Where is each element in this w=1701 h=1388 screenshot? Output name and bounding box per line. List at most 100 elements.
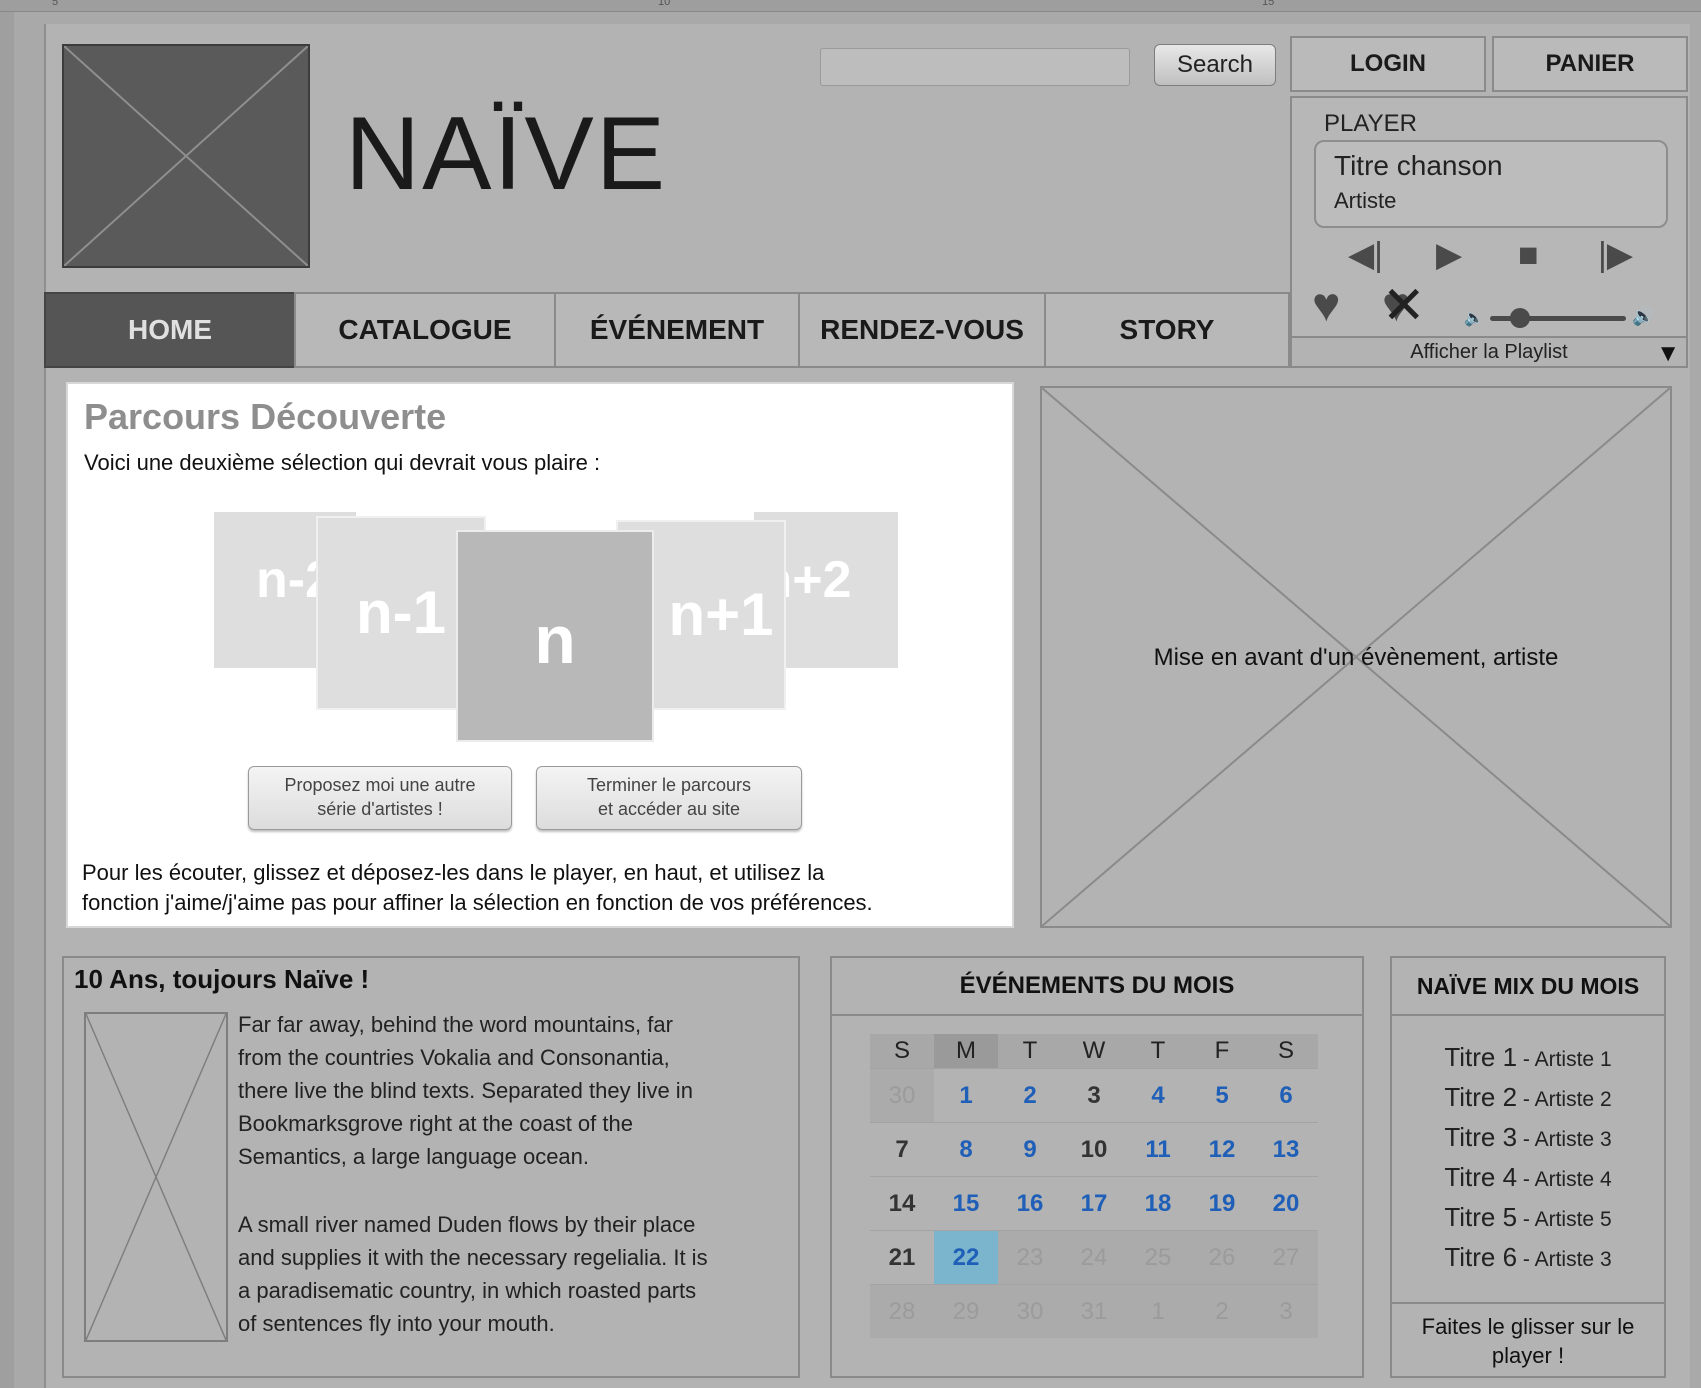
left-gutter [0, 12, 14, 1388]
ruler-mark: 5 [52, 0, 59, 8]
mix-track-item[interactable]: Titre 1 - Artiste 1 [1392, 1044, 1664, 1070]
calendar-weekday-header: T [998, 1034, 1062, 1068]
like-heart-icon[interactable]: ♥ [1312, 282, 1341, 330]
calendar-day[interactable]: 2 [998, 1068, 1062, 1122]
calendar-day[interactable]: 12 [1190, 1122, 1254, 1176]
search-button[interactable]: Search [1154, 44, 1276, 86]
play-icon[interactable]: ▶ [1436, 238, 1462, 272]
next-icon[interactable]: |▶︎ [1598, 238, 1633, 272]
mix-track-artist: Artiste 2 [1534, 1088, 1612, 1111]
mix-track-title: Titre 1 [1444, 1042, 1518, 1072]
calendar-day: 30 [998, 1284, 1062, 1338]
calendar-weekday-header: S [870, 1034, 934, 1068]
mix-track-item[interactable]: Titre 2 - Artiste 2 [1392, 1084, 1664, 1110]
mix-track-artist: Artiste 4 [1534, 1168, 1612, 1191]
calendar-weekday-header: W [1062, 1034, 1126, 1068]
mix-track-separator: - [1517, 1088, 1535, 1111]
mix-drag-hint: Faites le glisser sur le player ! [1392, 1302, 1664, 1376]
now-playing-box: Titre chanson Artiste [1314, 140, 1668, 228]
mix-track-title: Titre 6 [1444, 1242, 1518, 1272]
calendar-day[interactable]: 11 [1126, 1122, 1190, 1176]
calendar-day[interactable]: 15 [934, 1176, 998, 1230]
nav-tab-evenement[interactable]: ÉVÉNEMENT [554, 292, 800, 368]
featured-event-label: Mise en avant d'un évènement, artiste [1153, 644, 1559, 671]
brand-title: NAÏVE [345, 96, 668, 212]
calendar-day[interactable]: 20 [1254, 1176, 1318, 1230]
mix-track-separator: - [1517, 1168, 1535, 1191]
mix-track-artist: Artiste 1 [1534, 1048, 1612, 1071]
nav-tab-home[interactable]: HOME [44, 292, 296, 368]
article-paragraph: Far far away, behind the word mountains,… [238, 1012, 693, 1169]
artist-card-n[interactable]: n [456, 530, 654, 742]
mix-track-item[interactable]: Titre 3 - Artiste 3 [1392, 1124, 1664, 1150]
calendar-day[interactable]: 16 [998, 1176, 1062, 1230]
calendar-day[interactable]: 9 [998, 1122, 1062, 1176]
calendar-day[interactable]: 7 [870, 1122, 934, 1176]
mix-track-item[interactable]: Titre 4 - Artiste 4 [1392, 1164, 1664, 1190]
mix-track-separator: - [1517, 1048, 1535, 1071]
mix-track-title: Titre 5 [1444, 1202, 1518, 1232]
calendar-day[interactable]: 1 [934, 1068, 998, 1122]
calendar-day[interactable]: 18 [1126, 1176, 1190, 1230]
mix-track-separator: - [1517, 1248, 1535, 1271]
login-button[interactable]: LOGIN [1290, 36, 1486, 92]
article-image-placeholder [84, 1012, 228, 1342]
dropdown-triangle-icon[interactable]: ▼ [1656, 340, 1680, 368]
anniversary-article: 10 Ans, toujours Naïve ! Far far away, b… [62, 956, 800, 1378]
show-playlist-toggle[interactable]: Afficher la Playlist ▼ [1292, 336, 1686, 368]
calendar-day: 3 [1254, 1284, 1318, 1338]
discovery-subtitle: Voici une deuxième sélection qui devrait… [84, 450, 601, 475]
dislike-heart-icon[interactable]: ♥ ✕ [1382, 280, 1426, 332]
nav-tab-catalogue[interactable]: CATALOGUE [294, 292, 556, 368]
calendar-day[interactable]: 13 [1254, 1122, 1318, 1176]
calendar-weekday-header: S [1254, 1034, 1318, 1068]
mix-track-item[interactable]: Titre 6 - Artiste 3 [1392, 1244, 1664, 1270]
calendar-day[interactable]: 4 [1126, 1068, 1190, 1122]
previous-icon[interactable]: ◀︎| [1348, 238, 1383, 272]
calendar-day[interactable]: 3 [1062, 1068, 1126, 1122]
song-artist: Artiste [1334, 188, 1397, 213]
player-label: PLAYER [1324, 110, 1417, 137]
mix-track-item[interactable]: Titre 5 - Artiste 5 [1392, 1204, 1664, 1230]
calendar-day[interactable]: 5 [1190, 1068, 1254, 1122]
calendar-day[interactable]: 6 [1254, 1068, 1318, 1122]
calendar-day-today[interactable]: 22 [934, 1230, 998, 1284]
calendar-day[interactable]: 21 [870, 1230, 934, 1284]
nav-tab-story[interactable]: STORY [1044, 292, 1290, 368]
calendar-day: 2 [1190, 1284, 1254, 1338]
featured-event-placeholder[interactable]: Mise en avant d'un évènement, artiste [1040, 386, 1672, 928]
logo-placeholder[interactable] [62, 44, 310, 268]
cart-button[interactable]: PANIER [1492, 36, 1688, 92]
monthly-mix: NAÏVE MIX DU MOIS Titre 1 - Artiste 1 Tit… [1390, 956, 1666, 1378]
calendar-day[interactable]: 17 [1062, 1176, 1126, 1230]
finish-discovery-button[interactable]: Terminer le parcours et accéder au site [536, 766, 802, 830]
calendar-day: 30 [870, 1068, 934, 1122]
propose-other-series-button[interactable]: Proposez moi une autre série d'artistes … [248, 766, 512, 830]
discovery-instructions: Pour les écouter, glissez et déposez-les… [82, 860, 873, 915]
discovery-title: Parcours Découverte [84, 396, 447, 437]
stop-icon[interactable]: ■ [1518, 238, 1539, 272]
calendar-day[interactable]: 14 [870, 1176, 934, 1230]
calendar-day: 28 [870, 1284, 934, 1338]
mix-track-artist: Artiste 3 [1534, 1128, 1612, 1151]
nav-tab-rendez-vous[interactable]: RENDEZ-VOUS [798, 292, 1046, 368]
article-title: 10 Ans, toujours Naïve ! [74, 964, 370, 994]
search-input[interactable] [820, 48, 1130, 86]
mix-track-separator: - [1517, 1208, 1535, 1231]
calendar-weekday-header: T [1126, 1034, 1190, 1068]
discovery-panel: Parcours Découverte Voici une deuxième s… [66, 382, 1014, 928]
ruler-mark: 15 [1262, 0, 1275, 8]
top-ruler: 5 10 15 [0, 0, 1701, 12]
mix-track-artist: Artiste 5 [1534, 1208, 1612, 1231]
calendar-day[interactable]: 19 [1190, 1176, 1254, 1230]
calendar-day[interactable]: 10 [1062, 1122, 1126, 1176]
calendar-title: ÉVÉNEMENTS DU MOIS [832, 958, 1362, 1016]
events-calendar: ÉVÉNEMENTS DU MOIS S M T W T F S 30 1 2 3 4 5 6 7 8 9 10 1… [830, 956, 1364, 1378]
mix-track-artist: Artiste 3 [1534, 1248, 1612, 1271]
volume-slider-handle[interactable] [1509, 308, 1530, 328]
volume-low-icon: 🔈 [1464, 310, 1484, 327]
calendar-day: 1 [1126, 1284, 1190, 1338]
calendar-day: 31 [1062, 1284, 1126, 1338]
calendar-day: 23 [998, 1230, 1062, 1284]
calendar-day[interactable]: 8 [934, 1122, 998, 1176]
